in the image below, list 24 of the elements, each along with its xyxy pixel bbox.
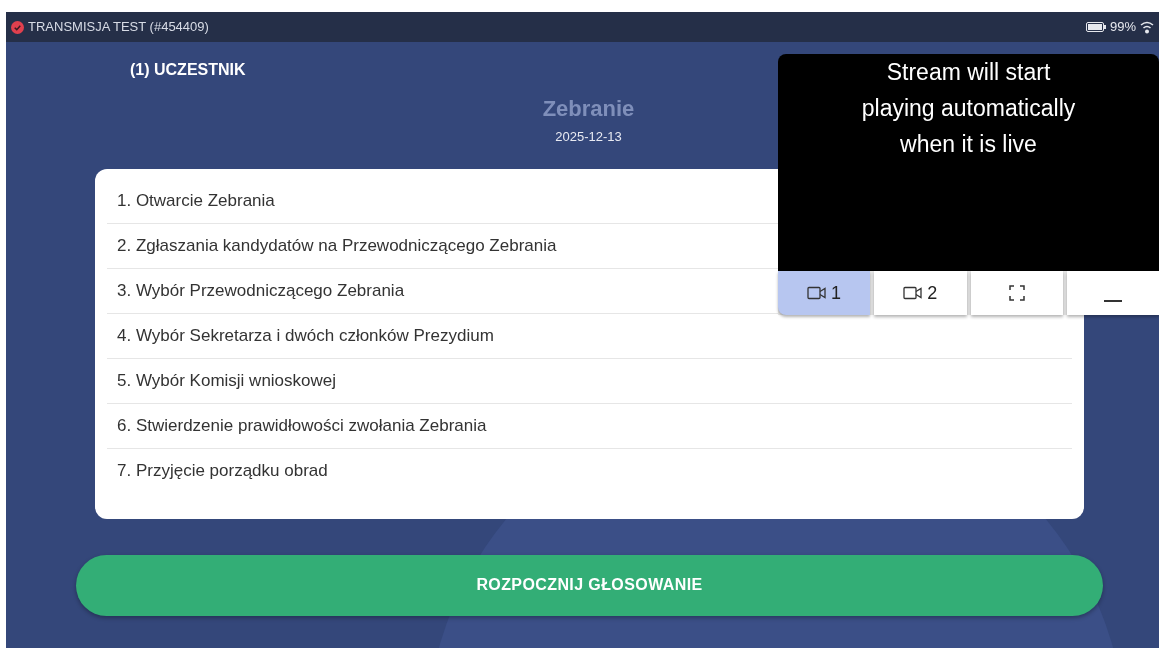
camera-button[interactable]: 1 bbox=[778, 271, 871, 315]
participant-label: (1) UCZESTNIK bbox=[130, 61, 246, 78]
window-title: TRANSMISJA TEST (#454409) bbox=[28, 18, 209, 37]
battery-icon bbox=[1085, 22, 1106, 32]
video-camera-icon bbox=[807, 286, 828, 300]
agenda-item: 3. Wybór Przewodniczącego Zebrania bbox=[117, 279, 405, 302]
stream-message: Stream will start playing automatically when it is live bbox=[860, 58, 1077, 159]
agenda-item: 2. Zgłaszania kandydatów na Przewodniczącego Zebrania bbox=[117, 234, 557, 257]
camera-button[interactable]: 2 bbox=[874, 271, 967, 315]
battery-level: 99% bbox=[1109, 18, 1136, 37]
meeting-title: Zebranie bbox=[542, 95, 635, 123]
fullscreen-icon bbox=[1008, 285, 1025, 301]
fullscreen-button[interactable] bbox=[970, 271, 1063, 315]
minimize-icon bbox=[1103, 300, 1122, 302]
agenda-item: 6. Stwierdzenie prawidłowości zwołania Zebrania bbox=[117, 414, 487, 437]
video-camera-icon bbox=[903, 286, 924, 300]
wifi-icon bbox=[1140, 20, 1154, 34]
check-icon bbox=[11, 20, 24, 34]
agenda-item: 7. Przyjęcie porządku obrad bbox=[117, 460, 328, 483]
agenda-item: 1. Otwarcie Zebrania bbox=[117, 189, 275, 212]
agenda-item: 4. Wybór Sekretarza i dwóch członków Prezydium bbox=[117, 324, 494, 347]
meeting-date: 2025-12-13 bbox=[555, 128, 622, 146]
minimize-button[interactable] bbox=[1066, 271, 1159, 315]
agenda-item: 5. Wybór Komisji wnioskowej bbox=[117, 369, 337, 392]
